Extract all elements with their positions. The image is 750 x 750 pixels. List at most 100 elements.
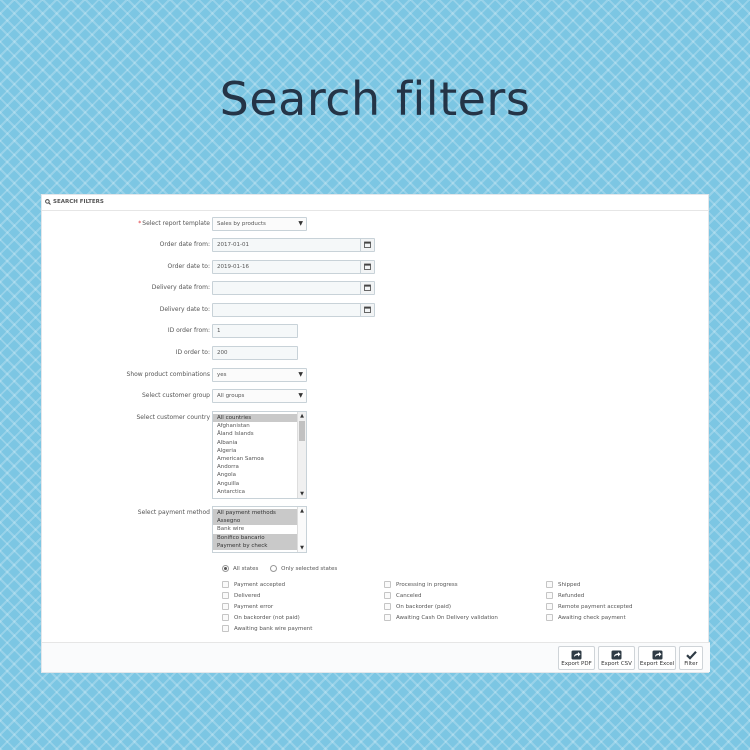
scrollbar-thumb[interactable] (299, 421, 305, 441)
state-label: Awaiting check payment (558, 615, 626, 621)
checkbox[interactable] (384, 592, 391, 599)
payment-option[interactable]: Bank wire (213, 525, 298, 533)
state-checkbox-item[interactable]: Awaiting bank wire payment (222, 625, 312, 632)
delivery-date-from-row: Delivery date from: (42, 281, 710, 297)
report-template-row: *Select report template Sales by product… (42, 217, 710, 233)
id-order-from-row: ID order from: 1 (42, 324, 710, 340)
state-label: On backorder (paid) (396, 604, 452, 610)
customer-group-value: All groups (217, 393, 245, 399)
all-states-radio[interactable]: All states (222, 565, 258, 572)
state-checkbox-item[interactable]: Payment error (222, 603, 273, 610)
order-date-to-input[interactable]: 2019-01-16 (212, 260, 375, 274)
report-template-select[interactable]: Sales by products ▼ (212, 217, 307, 231)
state-checkbox-item[interactable]: On backorder (paid) (384, 603, 451, 610)
country-option[interactable]: Andorra (213, 463, 298, 471)
state-label: Refunded (558, 593, 585, 599)
export-excel-button[interactable]: Export Excel (638, 646, 676, 670)
country-option[interactable]: Anguilla (213, 480, 298, 488)
country-option[interactable]: Albania (213, 439, 298, 447)
country-option[interactable]: Afghanistan (213, 422, 298, 430)
export-icon (571, 650, 582, 660)
export-csv-button[interactable]: Export CSV (598, 646, 635, 670)
delivery-date-to-row: Delivery date to: (42, 303, 710, 319)
export-pdf-label: Export PDF (561, 661, 592, 667)
radio-button[interactable] (270, 565, 278, 572)
calendar-icon[interactable] (360, 304, 374, 316)
checkbox[interactable] (546, 581, 553, 588)
customer-group-select[interactable]: All groups ▼ (212, 389, 307, 403)
checkbox[interactable] (384, 581, 391, 588)
export-excel-label: Export Excel (639, 661, 675, 667)
state-label: Payment error (234, 604, 274, 610)
scroll-down-arrow[interactable]: ▼ (298, 545, 306, 551)
checkbox[interactable] (384, 614, 391, 621)
delivery-date-from-input[interactable] (212, 281, 375, 295)
state-checkbox-item[interactable]: On backorder (not paid) (222, 614, 300, 621)
combinations-label: Show product combinations (126, 371, 210, 378)
id-order-to-input[interactable]: 200 (212, 346, 298, 360)
state-checkbox-item[interactable]: Payment accepted (222, 581, 285, 588)
radio-button[interactable] (222, 565, 229, 572)
state-label: Processing in progress (396, 582, 458, 588)
checkbox[interactable] (222, 614, 229, 621)
payment-method-listbox[interactable]: All payment methods Assegno Bank wire Bonif… (212, 506, 307, 553)
state-label: Delivered (234, 593, 261, 599)
delivery-date-to-input[interactable] (212, 303, 375, 317)
combinations-select[interactable]: yes ▼ (212, 368, 307, 382)
country-option[interactable]: Antarctica (213, 488, 298, 496)
checkbox[interactable] (222, 625, 229, 632)
country-option[interactable]: Angola (213, 471, 298, 479)
country-option[interactable]: Algeria (213, 447, 298, 455)
only-selected-states-radio[interactable]: Only selected states (270, 565, 337, 572)
delivery-date-to-label: Delivery date to: (159, 306, 210, 313)
scroll-up-arrow[interactable]: ▲ (298, 413, 306, 419)
required-marker: * (138, 220, 142, 227)
combinations-row: Show product combinations yes ▼ (42, 368, 710, 384)
order-date-to-label: Order date to: (167, 263, 210, 270)
order-date-from-input[interactable]: 2017-01-01 (212, 238, 375, 252)
scrollbar[interactable]: ▲ ▼ (297, 412, 306, 498)
state-checkbox-item[interactable]: Shipped (546, 581, 580, 588)
chevron-down-icon: ▼ (298, 392, 303, 399)
payment-option[interactable]: All payment methods (213, 509, 298, 518)
calendar-icon[interactable] (360, 261, 374, 273)
country-option[interactable]: American Samoa (213, 455, 298, 463)
search-icon (45, 198, 51, 205)
checkbox[interactable] (546, 592, 553, 599)
checkbox[interactable] (222, 603, 229, 610)
state-checkbox-item[interactable]: Awaiting Cash On Delivery validation (384, 614, 498, 621)
checkmark-icon (685, 651, 697, 660)
checkbox[interactable] (546, 614, 553, 621)
panel-header: SEARCH FILTERS (42, 195, 708, 211)
state-label: Remote payment accepted (558, 604, 633, 610)
customer-country-label: Select customer country (136, 414, 210, 421)
payment-method-row: Select payment method (42, 506, 710, 522)
country-option[interactable]: Åland Islands (213, 430, 298, 438)
state-checkbox-item[interactable]: Awaiting check payment (546, 614, 626, 621)
state-checkbox-item[interactable]: Processing in progress (384, 581, 458, 588)
customer-country-listbox[interactable]: All countries Afghanistan Åland Islands Alb… (212, 411, 307, 499)
scroll-up-arrow[interactable]: ▲ (298, 508, 306, 514)
payment-option[interactable]: Payment by check (213, 541, 298, 550)
checkbox[interactable] (222, 592, 229, 599)
scrollbar[interactable]: ▲ ▼ (297, 507, 306, 552)
scroll-down-arrow[interactable]: ▼ (298, 491, 306, 497)
filter-button[interactable]: Filter (679, 646, 703, 670)
country-option[interactable]: All countries (213, 414, 298, 423)
state-checkbox-item[interactable]: Refunded (546, 592, 584, 599)
payment-option[interactable]: Assegno (213, 517, 298, 526)
checkbox[interactable] (384, 603, 391, 610)
calendar-icon[interactable] (360, 282, 374, 294)
calendar-icon[interactable] (360, 239, 374, 251)
state-label: Awaiting bank wire payment (234, 626, 313, 632)
export-pdf-button[interactable]: Export PDF (558, 646, 595, 670)
checkbox[interactable] (546, 603, 553, 610)
id-order-from-input[interactable]: 1 (212, 324, 298, 338)
state-checkbox-item[interactable]: Delivered (222, 592, 260, 599)
combinations-value: yes (217, 372, 227, 378)
payment-option[interactable]: Bonifico bancario (213, 533, 298, 542)
state-checkbox-item[interactable]: Remote payment accepted (546, 603, 633, 610)
state-checkbox-item[interactable]: Canceled (384, 592, 422, 599)
checkbox[interactable] (222, 581, 229, 588)
state-label: On backorder (not paid) (234, 615, 300, 621)
